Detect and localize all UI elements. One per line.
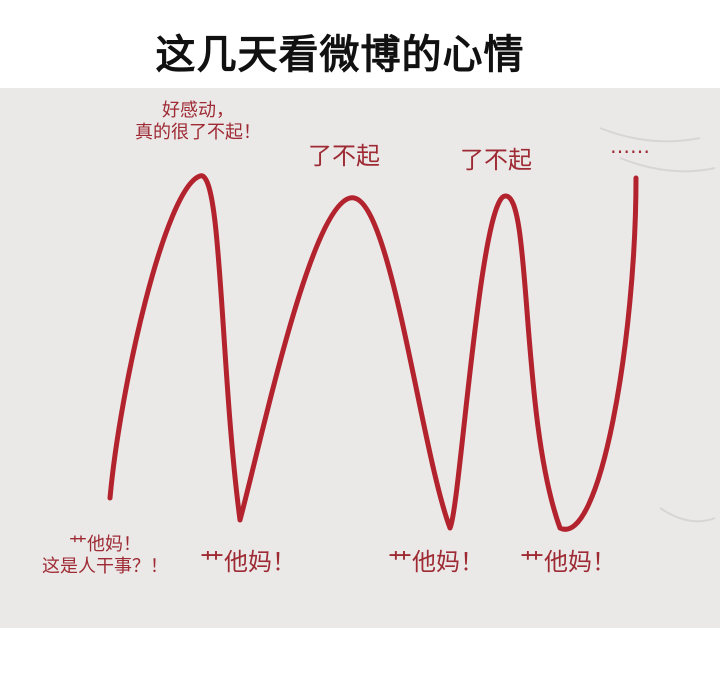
meme-image: 这几天看微博的心情 好感动， 真的很了不起！ 了不起 了不起 …… 艹他妈！ 这… (0, 0, 720, 683)
mood-curve (107, 173, 639, 532)
valley-label-4: 艹他妈！ (520, 548, 616, 576)
valley-label-2: 艹他妈！ (200, 548, 296, 576)
peak-label-2: 了不起 (308, 142, 380, 170)
peak-label-1: 好感动， 真的很了不起！ (135, 100, 261, 143)
bottom-margin (0, 628, 720, 683)
peak-label-4: …… (610, 134, 650, 158)
mood-chart-card: 好感动， 真的很了不起！ 了不起 了不起 …… 艹他妈！ 这是人干事？！ 艹他妈… (0, 88, 720, 628)
valley-label-3: 艹他妈！ (388, 548, 484, 576)
paper-texture (599, 127, 716, 523)
peak-label-3: 了不起 (460, 146, 532, 174)
page-title: 这几天看微博的心情 (155, 32, 525, 78)
valley-label-1: 艹他妈！ 这是人干事？！ (42, 534, 168, 577)
